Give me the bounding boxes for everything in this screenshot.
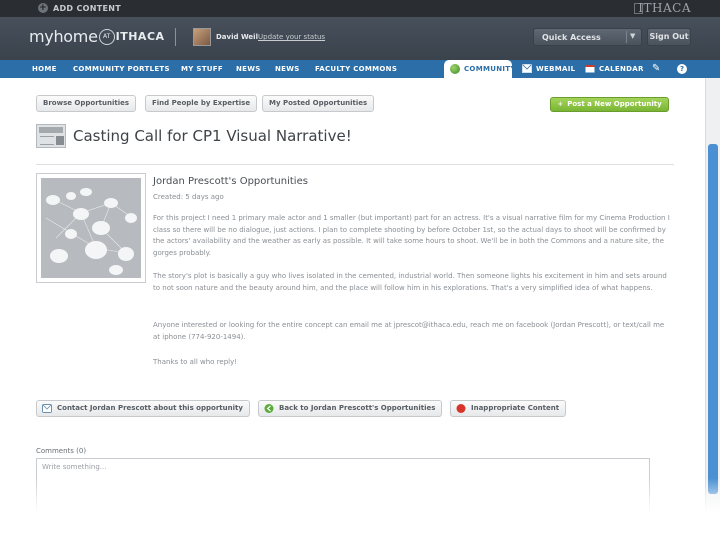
quick-access-label: Quick Access — [542, 33, 601, 42]
tab-community-label: COMMUNITY — [464, 65, 516, 73]
post-new-label: Post a New Opportunity — [567, 100, 662, 108]
nav-item-community-portlets[interactable]: COMMUNITY PORTLETS — [73, 65, 170, 73]
main-nav: HOME COMMUNITY PORTLETS MY STUFF NEWS NE… — [0, 60, 720, 78]
find-people-button[interactable]: Find People by Expertise — [145, 95, 258, 112]
flag-icon — [456, 404, 466, 413]
created-date: Created: 5 days ago — [153, 193, 224, 201]
sign-out-button[interactable]: Sign Out — [647, 28, 691, 46]
page-title: Casting Call for CP1 Visual Narrative! — [73, 127, 352, 145]
envelope-icon — [522, 64, 532, 73]
contact-owner-label: Contact Jordan Prescott about this oppor… — [57, 404, 243, 412]
card-icon-lines — [40, 136, 54, 145]
description-paragraph-1: For this project I need 1 primary male a… — [153, 214, 670, 257]
site-header: myhome AT ITHACA David Weil Update your … — [0, 17, 720, 60]
myhome-logo[interactable]: myhome AT ITHACA — [29, 27, 165, 46]
user-name[interactable]: David Weil — [216, 33, 258, 41]
scrollbar-thumb[interactable] — [708, 144, 718, 494]
wrench-icon[interactable]: ✎ — [652, 63, 660, 74]
photo-placeholder — [41, 178, 141, 278]
add-content-link[interactable]: + ADD CONTENT — [38, 3, 121, 13]
nav-item-news[interactable]: NEWS — [236, 65, 261, 73]
nav-item-news-2[interactable]: NEWS — [275, 65, 300, 73]
globe-icon — [450, 64, 460, 74]
top-bar: + ADD CONTENT ITHACA — [0, 0, 720, 17]
header-divider — [175, 28, 176, 46]
plus-icon: + — [557, 100, 564, 108]
post-new-opportunity-button[interactable]: + Post a New Opportunity — [550, 97, 669, 112]
comment-input[interactable] — [37, 459, 649, 517]
description-paragraph-4: Thanks to all who reply! — [153, 358, 238, 366]
nav-item-faculty-commons[interactable]: FACULTY COMMONS — [315, 65, 397, 73]
owner-heading[interactable]: Jordan Prescott's Opportunities — [153, 176, 308, 187]
nav-item-home[interactable]: HOME — [32, 65, 57, 73]
calendar-icon — [585, 65, 595, 73]
description-paragraph-2: The story's plot is basically a guy who … — [153, 272, 667, 292]
help-icon[interactable]: ? — [677, 64, 687, 74]
envelope-icon — [42, 404, 52, 413]
add-content-label: ADD CONTENT — [53, 3, 121, 13]
tab-community[interactable]: COMMUNITY — [444, 60, 515, 78]
scrollbar[interactable] — [705, 78, 720, 518]
logo-at-badge: AT — [98, 28, 115, 45]
inappropriate-content-label: Inappropriate Content — [471, 404, 560, 412]
dropdown-divider — [626, 31, 627, 43]
opportunity-photo — [36, 173, 146, 283]
card-icon-square — [56, 136, 64, 145]
nav-item-webmail[interactable]: WEBMAIL — [536, 65, 575, 73]
back-to-opportunities-label: Back to Jordan Prescott's Opportunities — [279, 404, 436, 412]
description-paragraph-3: Anyone interested or looking for the ent… — [153, 321, 665, 341]
plus-icon: + — [38, 3, 48, 13]
contact-owner-button[interactable]: Contact Jordan Prescott about this oppor… — [36, 400, 250, 417]
logo-ithaca-text: ITHACA — [115, 30, 165, 43]
network-graphic — [41, 178, 141, 278]
title-divider — [36, 164, 674, 165]
update-status-link[interactable]: Update your status — [258, 33, 325, 41]
quick-access-dropdown[interactable]: Quick Access ▼ — [533, 28, 642, 46]
comment-box — [36, 458, 650, 518]
card-icon-header — [39, 127, 63, 133]
back-arrow-icon — [264, 404, 274, 413]
browse-opportunities-button[interactable]: Browse Opportunities — [36, 95, 137, 112]
my-posted-opportunities-button[interactable]: My Posted Opportunities — [262, 95, 375, 112]
chevron-down-icon: ▼ — [630, 32, 636, 40]
comments-label: Comments (0) — [36, 447, 87, 455]
inappropriate-content-button[interactable]: Inappropriate Content — [450, 400, 567, 417]
opportunity-card-icon — [36, 124, 66, 148]
back-to-opportunities-button[interactable]: Back to Jordan Prescott's Opportunities — [258, 400, 443, 417]
brand-logo: ITHACA — [638, 1, 691, 15]
nav-item-calendar[interactable]: CALENDAR — [599, 65, 644, 73]
nav-item-my-stuff[interactable]: MY STUFF — [181, 65, 223, 73]
logo-myhome-text: myhome — [29, 27, 98, 46]
avatar[interactable] — [193, 28, 211, 46]
